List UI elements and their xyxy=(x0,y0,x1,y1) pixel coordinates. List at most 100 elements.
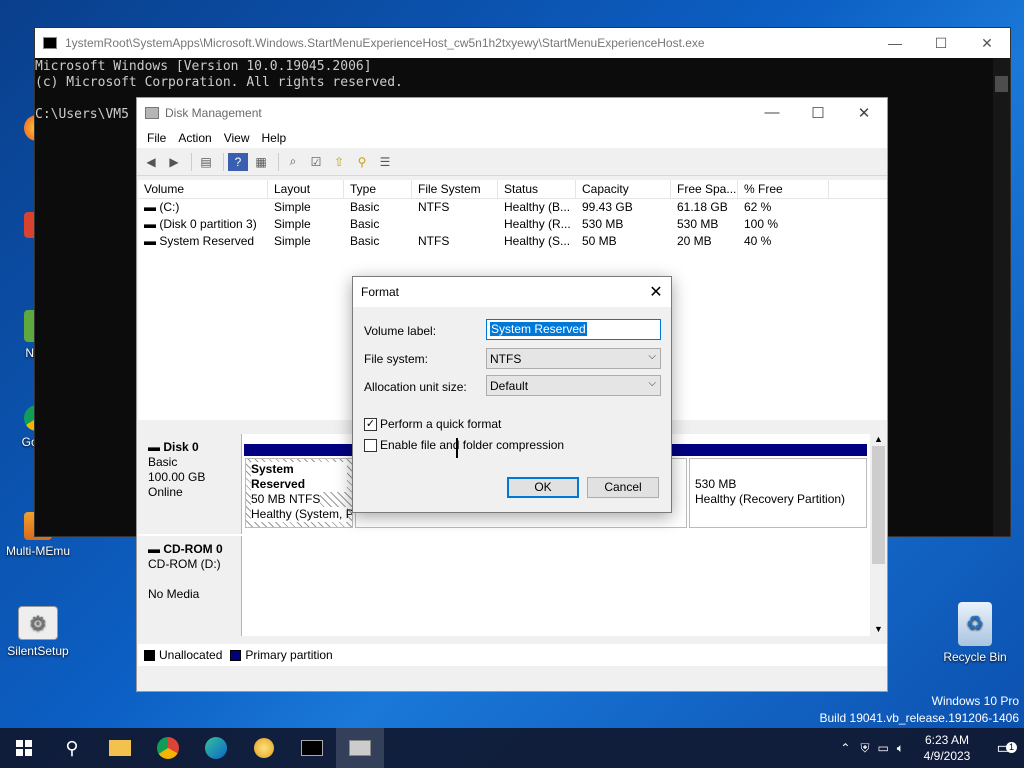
menu-help[interactable]: Help xyxy=(256,131,293,145)
disk0-label[interactable]: ▬ Disk 0 Basic 100.00 GB Online xyxy=(138,434,242,534)
graphical-view-scrollbar[interactable]: ▲ ▼ xyxy=(870,434,887,636)
ok-button[interactable]: OK xyxy=(507,477,579,498)
partition-recovery[interactable]: 530 MB Healthy (Recovery Partition) xyxy=(689,458,867,528)
search-button[interactable]: ⚲ xyxy=(48,728,96,768)
check-icon[interactable]: ☑ xyxy=(306,153,326,171)
cmd-icon xyxy=(301,740,323,756)
checkbox-box[interactable]: ✓ xyxy=(364,417,377,431)
up-arrow-icon[interactable]: ⇧ xyxy=(329,153,349,171)
cell: NTFS xyxy=(418,200,450,214)
minimize-button[interactable]: — xyxy=(872,35,918,52)
dm-titlebar[interactable]: Disk Management — ☐ ✕ xyxy=(137,98,887,128)
network-icon[interactable]: ▭ xyxy=(877,741,888,755)
allocation-unit-value: Default xyxy=(490,379,529,393)
gear-icon: ⚙ xyxy=(18,606,58,640)
close-button[interactable]: ✕ xyxy=(964,35,1010,52)
col-capacity[interactable]: Capacity xyxy=(576,180,671,198)
notification-button[interactable]: ▭ 1 xyxy=(984,738,1024,758)
checkbox-box[interactable] xyxy=(364,438,377,452)
taskbar-app[interactable] xyxy=(240,728,288,768)
allocation-unit-select[interactable]: Default ⌵ xyxy=(486,375,661,396)
legend-unallocated: Unallocated xyxy=(159,648,223,662)
disk0-name: Disk 0 xyxy=(163,440,199,454)
desktop-icon-recycle-bin[interactable]: ♻ Recycle Bin xyxy=(937,602,1013,664)
col-volume[interactable]: Volume xyxy=(138,180,268,198)
close-button[interactable]: ✕ xyxy=(641,282,671,302)
list-icon[interactable]: ☰ xyxy=(375,153,395,171)
partition-size: 530 MB xyxy=(695,477,737,491)
col-type[interactable]: Type xyxy=(344,180,412,198)
cancel-button[interactable]: Cancel xyxy=(587,477,659,498)
quick-format-checkbox[interactable]: ✓ Perform a quick format xyxy=(364,417,501,431)
console-scrollbar[interactable] xyxy=(993,58,1010,536)
taskbar: ⚲ ⌃ ⛨ ▭ 🔈︎ 6:23 AM 4/9/2023 ▭ 1 xyxy=(0,728,1024,768)
dm-title: Disk Management xyxy=(165,106,262,120)
properties-icon[interactable]: ▦ xyxy=(251,153,271,171)
scroll-up-icon[interactable]: ▲ xyxy=(870,434,887,444)
col-layout[interactable]: Layout xyxy=(268,180,344,198)
desktop-icon-silentsetup[interactable]: ⚙ SilentSetup xyxy=(0,606,76,658)
console-titlebar[interactable]: 1ystemRoot\SystemApps\Microsoft.Windows.… xyxy=(35,28,1010,58)
cell: System Reserved xyxy=(159,234,255,248)
close-button[interactable]: ✕ xyxy=(841,104,887,122)
taskbar-chrome[interactable] xyxy=(144,728,192,768)
cdrom-drive: CD-ROM (D:) xyxy=(148,557,221,571)
cdrom-label[interactable]: ▬ CD-ROM 0 CD-ROM (D:) No Media xyxy=(138,536,242,636)
connect-icon[interactable]: ⌕ xyxy=(283,153,303,171)
toolbar-separator xyxy=(191,152,192,171)
format-titlebar[interactable]: Format ✕ xyxy=(353,277,671,307)
col-file-system[interactable]: File System xyxy=(412,180,498,198)
menu-action[interactable]: Action xyxy=(172,131,217,145)
primary-swatch xyxy=(230,649,242,661)
volume-label-input[interactable]: System Reserved xyxy=(486,319,661,340)
security-icon[interactable]: ⛨ xyxy=(860,741,869,756)
cell: Simple xyxy=(274,217,311,231)
recycle-bin-icon: ♻ xyxy=(958,602,992,646)
search-icon[interactable]: ⚲ xyxy=(352,153,372,171)
menu-file[interactable]: File xyxy=(141,131,172,145)
col-status[interactable]: Status xyxy=(498,180,576,198)
volume-icon[interactable]: 🔈︎ xyxy=(897,741,904,756)
scrollbar-thumb[interactable] xyxy=(995,76,1008,92)
menu-view[interactable]: View xyxy=(218,131,256,145)
file-system-value: NTFS xyxy=(490,352,522,366)
table-row[interactable]: ▬ (C:) Simple Basic NTFS Healthy (B... 9… xyxy=(138,199,887,216)
start-button[interactable] xyxy=(0,728,48,768)
chevron-up-icon[interactable]: ⌃ xyxy=(840,741,850,755)
unallocated-swatch xyxy=(144,649,155,661)
scrollbar-thumb[interactable] xyxy=(872,446,885,564)
col-free-space[interactable]: Free Spa... xyxy=(671,180,738,198)
scroll-down-icon[interactable]: ▼ xyxy=(870,624,887,634)
toolbar: ◀ ▶ ▤ ? ▦ ⌕ ☑ ⇧ ⚲ ☰ xyxy=(137,148,887,176)
back-icon[interactable]: ◀ xyxy=(141,153,161,171)
format-dialog[interactable]: Format ✕ Volume label: System Reserved F… xyxy=(352,276,672,513)
disk-management-icon xyxy=(349,740,371,756)
table-row[interactable]: ▬ System Reserved Simple Basic NTFS Heal… xyxy=(138,233,887,250)
table-row[interactable]: ▬ (Disk 0 partition 3) Simple Basic Heal… xyxy=(138,216,887,233)
cdrom-icon: ▬ xyxy=(148,542,164,556)
compression-checkbox[interactable]: Enable file and folder compression xyxy=(364,438,564,452)
cell: NTFS xyxy=(418,234,450,248)
volume-list-header: Volume Layout Type File System Status Ca… xyxy=(138,180,887,199)
file-system-select[interactable]: NTFS ⌵ xyxy=(486,348,661,369)
minimize-button[interactable]: — xyxy=(749,104,795,122)
clock-time: 6:23 AM xyxy=(924,733,970,747)
partition-size: 50 MB NTFS xyxy=(251,492,321,507)
taskbar-disk-management[interactable] xyxy=(336,728,384,768)
cell: 99.43 GB xyxy=(582,200,633,214)
taskbar-cmd[interactable] xyxy=(288,728,336,768)
clock[interactable]: 6:23 AM 4/9/2023 xyxy=(910,732,984,764)
partition-system-reserved[interactable]: System Reserved 50 MB NTFS Healthy (Syst… xyxy=(245,458,353,528)
edge-icon xyxy=(205,737,227,759)
taskbar-file-explorer[interactable] xyxy=(96,728,144,768)
allocation-unit-label: Allocation unit size: xyxy=(364,380,467,394)
help-icon[interactable]: ? xyxy=(228,152,248,171)
maximize-button[interactable]: ☐ xyxy=(918,35,964,52)
desktop-icon-label: Multi-MEmu xyxy=(5,544,70,558)
taskbar-edge[interactable] xyxy=(192,728,240,768)
show-hide-tree-icon[interactable]: ▤ xyxy=(196,153,216,171)
forward-icon[interactable]: ▶ xyxy=(164,153,184,171)
maximize-button[interactable]: ☐ xyxy=(795,104,841,122)
col-percent-free[interactable]: % Free xyxy=(738,180,829,198)
